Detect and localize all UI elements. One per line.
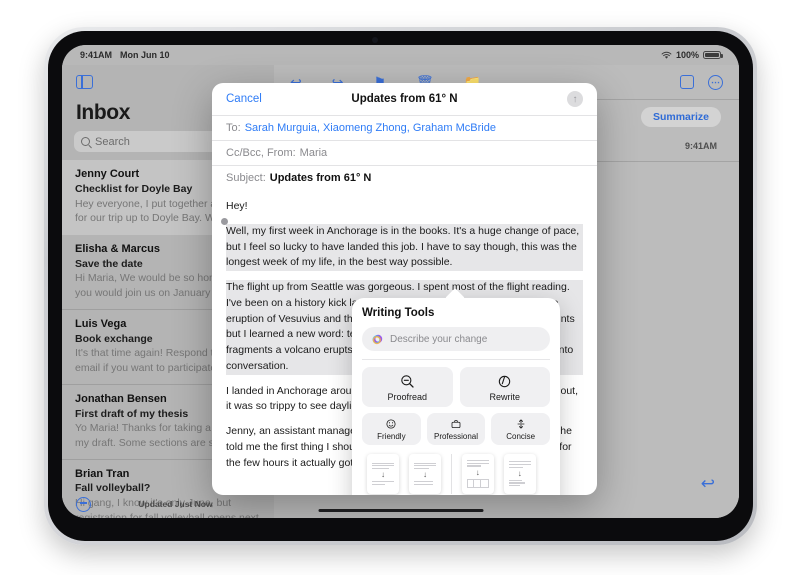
ipad-screen: 9:41AM Mon Jun 10 100% Inbox Search Jenn… xyxy=(62,45,739,518)
update-status: Updated Just Now xyxy=(138,499,213,509)
subject-value: Updates from 61° N xyxy=(269,172,372,184)
document-list-icon: ↓ xyxy=(503,453,536,494)
concise-arrows-icon xyxy=(517,419,525,429)
format-divider xyxy=(451,453,452,494)
format-actions-row: ↓ Summary ↓ Key Points xyxy=(362,453,550,495)
friendly-label: Friendly xyxy=(377,431,406,441)
summarize-button[interactable]: Summarize xyxy=(640,107,721,127)
writing-tools-title: Writing Tools xyxy=(362,307,435,319)
sidebar-toggle-icon[interactable] xyxy=(76,75,93,89)
to-field[interactable]: To: Sarah Murguia, Xiaomeng Zhong, Graha… xyxy=(212,115,597,140)
screenshot-root: 9:41AM Mon Jun 10 100% Inbox Search Jenn… xyxy=(0,0,800,575)
compose-title: Updates from 61° N xyxy=(351,93,458,105)
ccbcc-from-field[interactable]: Cc/Bcc, From: Maria xyxy=(212,140,597,165)
status-bar-right: 100% xyxy=(661,50,723,60)
battery-icon xyxy=(703,51,723,59)
send-button[interactable]: ↑ xyxy=(567,91,583,107)
rewrite-button[interactable]: Rewrite xyxy=(459,366,550,407)
summary-button[interactable]: ↓ Summary xyxy=(362,453,404,495)
describe-change-input[interactable]: Describe your change xyxy=(362,327,550,351)
wifi-icon xyxy=(661,51,672,59)
professional-button[interactable]: Professional xyxy=(426,412,486,445)
cancel-button[interactable]: Cancel xyxy=(226,93,262,105)
more-circle-icon[interactable]: ⋯ xyxy=(708,74,723,90)
mail-app: 9:41AM Mon Jun 10 100% Inbox Search Jenn… xyxy=(62,45,739,518)
to-recipients: Sarah Murguia, Xiaomeng Zhong, Graham Mc… xyxy=(244,122,496,134)
table-button[interactable]: ↓ Table xyxy=(457,453,499,495)
from-value: Maria xyxy=(299,147,328,159)
primary-actions-row: Proofread Rewrite xyxy=(362,366,550,407)
professional-label: Professional xyxy=(433,431,479,441)
body-greeting: Hey! xyxy=(226,200,248,212)
reply-arrow-icon[interactable]: ↩ xyxy=(701,474,715,494)
status-bar-left: 9:41AM Mon Jun 10 xyxy=(80,50,170,60)
list-button[interactable]: ↓ List xyxy=(499,453,541,495)
friendly-button[interactable]: Friendly xyxy=(362,412,421,445)
reading-pane-toolbar-right: ⋯ xyxy=(680,74,723,90)
compose-icon[interactable] xyxy=(680,75,694,89)
compose-header: Cancel Updates from 61° N ↑ xyxy=(212,83,597,115)
proofread-button[interactable]: Proofread xyxy=(362,366,453,407)
writing-tools-popover: Writing Tools Describe your change Proof… xyxy=(352,288,560,495)
search-placeholder: Search xyxy=(95,135,130,148)
document-table-icon: ↓ xyxy=(461,453,494,494)
subject-label: Subject: xyxy=(226,172,266,184)
document-keypoints-icon: ↓ xyxy=(409,453,441,494)
battery-percent: 100% xyxy=(675,50,699,60)
status-date: Mon Jun 10 xyxy=(120,50,170,60)
filter-icon[interactable] xyxy=(76,496,91,512)
key-points-button[interactable]: ↓ Key Points xyxy=(404,453,446,495)
apple-intelligence-flower-icon xyxy=(372,334,383,344)
rewrite-label: Rewrite xyxy=(489,391,520,402)
search-icon xyxy=(81,137,90,146)
home-indicator[interactable] xyxy=(318,508,483,512)
subject-field[interactable]: Subject: Updates from 61° N xyxy=(212,165,597,190)
popover-divider xyxy=(362,359,550,360)
briefcase-icon xyxy=(451,419,461,428)
proofread-magnifier-icon xyxy=(401,375,414,388)
body-paragraph-1: Well, my first week in Anchorage is in t… xyxy=(226,223,583,271)
status-time: 9:41AM xyxy=(80,50,113,60)
smiley-face-icon xyxy=(386,419,396,429)
compose-sheet: Cancel Updates from 61° N ↑ To: Sarah Mu… xyxy=(212,83,597,495)
ccbcc-label: Cc/Bcc, From: xyxy=(226,147,296,159)
proofread-label: Proofread xyxy=(387,391,428,402)
message-timestamp: 9:41AM xyxy=(684,141,717,151)
tone-actions-row: Friendly Professional Concise xyxy=(362,412,551,445)
rewrite-clock-icon xyxy=(499,375,511,388)
describe-change-placeholder: Describe your change xyxy=(390,333,488,345)
status-bar: 9:41AM Mon Jun 10 100% xyxy=(62,45,739,65)
document-summary-icon: ↓ xyxy=(367,453,399,494)
concise-button[interactable]: Concise xyxy=(491,412,551,445)
concise-label: Concise xyxy=(506,431,536,441)
selection-handle[interactable] xyxy=(221,218,228,225)
to-label: To: xyxy=(226,122,241,134)
front-camera xyxy=(372,37,378,43)
